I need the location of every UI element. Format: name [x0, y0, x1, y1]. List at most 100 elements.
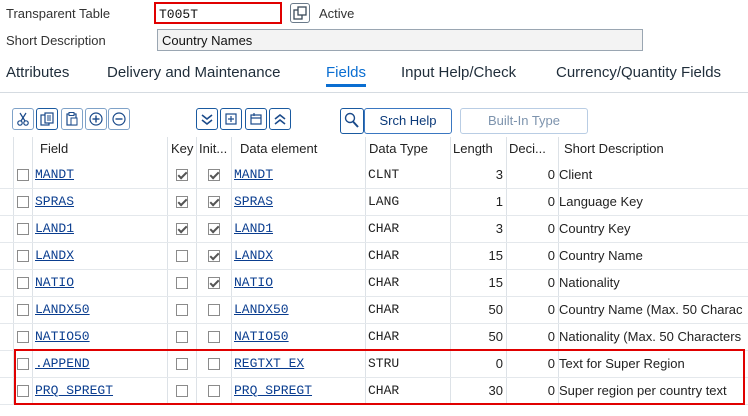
initial-values-checkbox[interactable] — [208, 304, 220, 316]
copy-button[interactable] — [36, 108, 58, 130]
field-name-link[interactable]: LAND1 — [35, 216, 165, 242]
length-cell: 50 — [488, 302, 503, 317]
initial-values-checkbox[interactable] — [208, 277, 220, 289]
paste-icon — [66, 112, 78, 126]
value-help-icon — [293, 6, 307, 20]
row-selector[interactable] — [17, 196, 29, 208]
data-element-link[interactable]: LANDX — [234, 243, 364, 269]
initial-values-checkbox[interactable] — [208, 250, 220, 262]
key-checkbox[interactable] — [176, 250, 188, 262]
data-element-link[interactable]: LAND1 — [234, 216, 364, 242]
structure-button[interactable] — [245, 108, 267, 130]
key-checkbox[interactable] — [176, 169, 188, 181]
table-row[interactable]: MANDT MANDT CLNT 3 0 Client — [0, 162, 748, 189]
length-cell: 1 — [495, 194, 503, 209]
col-header-length[interactable]: Length — [453, 137, 493, 161]
delete-row-button[interactable] — [108, 108, 130, 130]
search-help-icon-button[interactable] — [340, 108, 364, 134]
status-text: Active — [319, 6, 355, 21]
collapse-all-button[interactable] — [269, 108, 291, 130]
table-name-field[interactable]: T005T — [154, 2, 282, 24]
insert-structure-button[interactable] — [220, 108, 242, 130]
table-row[interactable]: NATIO50 NATIO50 CHAR 50 0 Nationality (Max. 5… — [0, 324, 748, 351]
data-element-link[interactable]: NATIO50 — [234, 324, 364, 350]
short-description-cell: Country Name — [559, 248, 643, 263]
col-header-field[interactable]: Field — [40, 137, 68, 161]
length-cell: 3 — [495, 221, 503, 236]
decimals-cell: 0 — [547, 221, 555, 236]
table-row[interactable]: SPRAS SPRAS LANG 1 0 Language Key — [0, 189, 748, 216]
field-name-link[interactable]: NATIO — [35, 270, 165, 296]
fields-toolbar: Srch Help Built-In Type — [0, 106, 748, 136]
key-checkbox[interactable] — [176, 331, 188, 343]
data-element-link[interactable]: NATIO — [234, 270, 364, 296]
col-header-data-element[interactable]: Data element — [240, 137, 317, 161]
short-description-cell: Country Name (Max. 50 Charac — [559, 302, 743, 317]
insert-structure-icon — [225, 113, 237, 125]
field-name-link[interactable]: LANDX — [35, 243, 165, 269]
table-row[interactable]: LANDX50 LANDX50 CHAR 50 0 Country Name (Max. … — [0, 297, 748, 324]
short-desc-field[interactable]: Country Names — [157, 29, 643, 51]
initial-values-checkbox[interactable] — [208, 331, 220, 343]
tab-attributes[interactable]: Attributes — [6, 64, 69, 81]
field-name-link[interactable]: NATIO50 — [35, 324, 165, 350]
tab-currency-quantity[interactable]: Currency/Quantity Fields — [556, 64, 721, 81]
row-selector[interactable] — [17, 223, 29, 235]
key-checkbox[interactable] — [176, 196, 188, 208]
decimals-cell: 0 — [547, 194, 555, 209]
row-selector[interactable] — [17, 250, 29, 262]
structure-icon — [250, 113, 262, 125]
initial-values-checkbox[interactable] — [208, 223, 220, 235]
tab-delivery-maintenance[interactable]: Delivery and Maintenance — [107, 64, 280, 81]
col-header-key[interactable]: Key — [171, 137, 193, 161]
table-row[interactable]: NATIO NATIO CHAR 15 0 Nationality — [0, 270, 748, 297]
expand-all-icon — [201, 114, 213, 126]
initial-values-checkbox[interactable] — [208, 169, 220, 181]
data-element-link[interactable]: SPRAS — [234, 189, 364, 215]
field-name-link[interactable]: SPRAS — [35, 189, 165, 215]
key-checkbox[interactable] — [176, 304, 188, 316]
data-type-cell: CHAR — [368, 248, 400, 263]
initial-values-checkbox[interactable] — [208, 196, 220, 208]
short-description-cell: Country Key — [559, 221, 631, 236]
key-checkbox[interactable] — [176, 223, 188, 235]
data-element-link[interactable]: LANDX50 — [234, 297, 364, 323]
col-header-initial[interactable]: Init... — [199, 137, 227, 161]
col-header-short-description[interactable]: Short Description — [564, 137, 664, 161]
expand-all-button[interactable] — [196, 108, 218, 130]
key-checkbox[interactable] — [176, 277, 188, 289]
short-description-cell: Nationality — [559, 275, 620, 290]
row-selector[interactable] — [17, 331, 29, 343]
decimals-cell: 0 — [547, 275, 555, 290]
built-in-type-button[interactable]: Built-In Type — [460, 108, 588, 134]
tab-fields[interactable]: Fields — [326, 64, 367, 87]
short-description-cell: Client — [559, 167, 593, 182]
decimals-cell: 0 — [547, 248, 555, 263]
search-help-icon — [344, 112, 359, 128]
append-highlight-box — [14, 349, 745, 405]
insert-row-button[interactable] — [85, 108, 107, 130]
copy-icon — [40, 112, 54, 126]
srch-help-button[interactable]: Srch Help — [364, 108, 452, 134]
length-cell: 15 — [488, 248, 503, 263]
field-name-link[interactable]: LANDX50 — [35, 297, 165, 323]
short-description-cell: Nationality (Max. 50 Characters — [559, 329, 742, 344]
data-element-link[interactable]: MANDT — [234, 162, 364, 188]
cut-button[interactable] — [12, 108, 34, 130]
col-header-decimals[interactable]: Deci... — [509, 137, 546, 161]
tab-divider — [0, 92, 748, 93]
table-row[interactable]: LANDX LANDX CHAR 15 0 Country Name — [0, 243, 748, 270]
row-selector[interactable] — [17, 169, 29, 181]
row-selector[interactable] — [17, 277, 29, 289]
paste-button[interactable] — [61, 108, 83, 130]
short-description-cell: Language Key — [559, 194, 643, 209]
table-row[interactable]: LAND1 LAND1 CHAR 3 0 Country Key — [0, 216, 748, 243]
length-cell: 3 — [495, 167, 503, 182]
data-type-cell: CHAR — [368, 275, 400, 290]
delete-row-icon — [112, 112, 126, 126]
value-help-button[interactable] — [290, 3, 310, 23]
field-name-link[interactable]: MANDT — [35, 162, 165, 188]
col-header-data-type[interactable]: Data Type — [369, 137, 428, 161]
row-selector[interactable] — [17, 304, 29, 316]
tab-input-help-check[interactable]: Input Help/Check — [401, 64, 516, 81]
